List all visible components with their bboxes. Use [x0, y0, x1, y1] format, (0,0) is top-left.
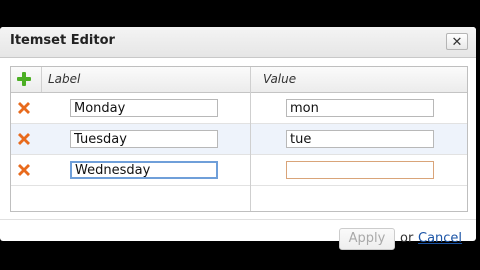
footer-separator [0, 219, 476, 220]
delete-row-x-icon[interactable] [16, 131, 32, 147]
item-row [11, 93, 467, 124]
column-header-label: Label [48, 72, 81, 86]
header-divider [41, 67, 42, 92]
itemset-grid: Label Value [10, 66, 468, 212]
delete-row-x-icon[interactable] [16, 100, 32, 116]
grid-header: Label Value [11, 67, 467, 93]
close-button[interactable]: ✕ [446, 33, 468, 50]
column-divider [250, 67, 251, 211]
itemset-editor-dialog: Itemset Editor ✕ Label Value Monday mon … [0, 27, 476, 250]
column-header-value: Value [263, 72, 297, 86]
value-input[interactable] [286, 99, 434, 117]
label-input[interactable] [70, 99, 218, 117]
apply-button[interactable]: Apply [339, 228, 395, 250]
value-input[interactable] [286, 130, 434, 148]
item-row [11, 124, 467, 155]
value-input[interactable] [286, 161, 434, 179]
label-input[interactable] [70, 161, 218, 179]
item-row [11, 155, 467, 186]
label-input[interactable] [70, 130, 218, 148]
cancel-link[interactable]: Cancel [418, 231, 462, 246]
or-text: or [400, 231, 414, 246]
dialog-title: Itemset Editor [10, 33, 115, 48]
dialog-title-bar: Itemset Editor ✕ [0, 27, 476, 58]
delete-row-x-icon[interactable] [16, 162, 32, 178]
add-row-plus-icon[interactable] [16, 71, 32, 87]
